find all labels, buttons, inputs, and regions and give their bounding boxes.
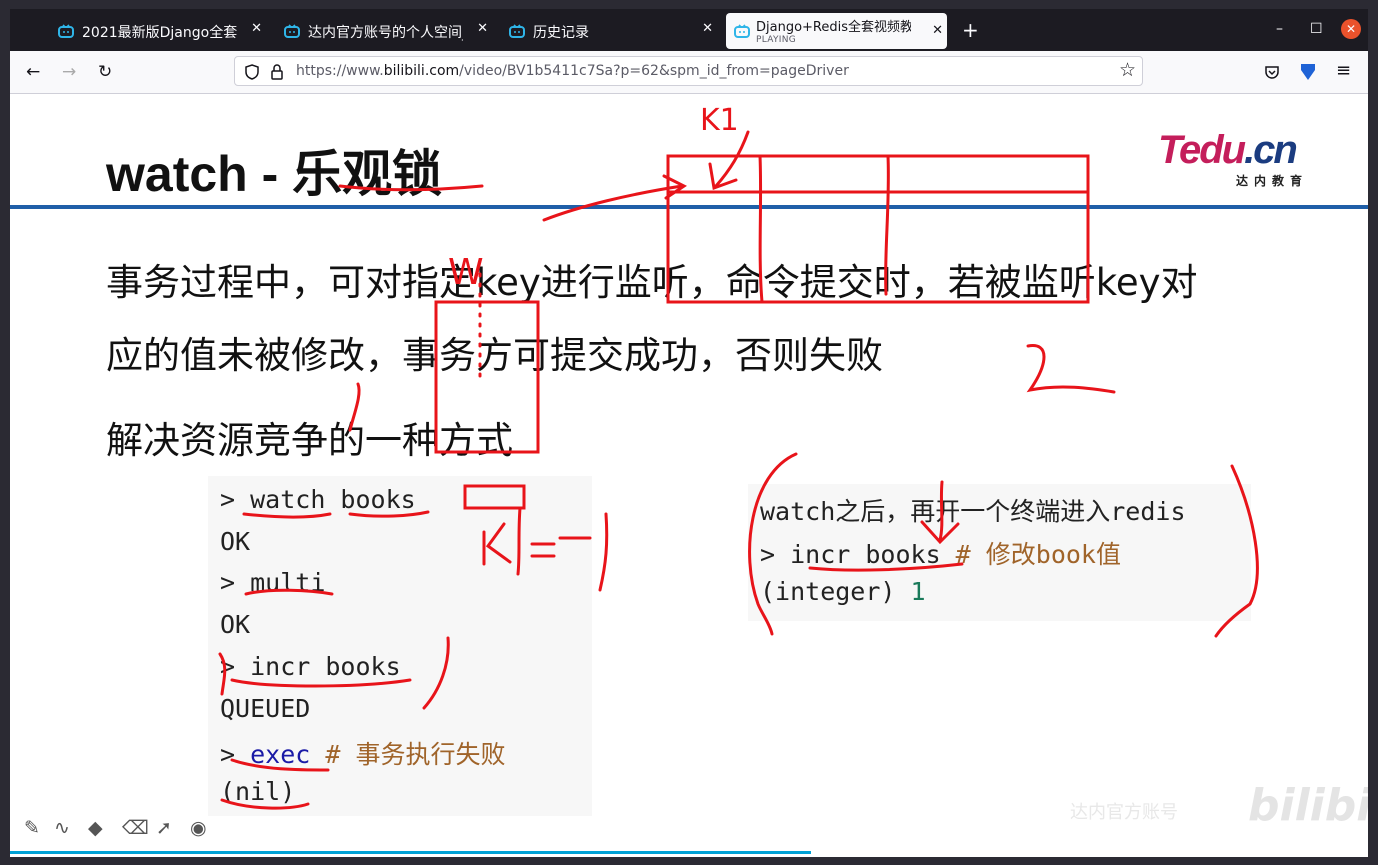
table-sketch [666, 154, 1090, 304]
playback-progress-bar[interactable] [10, 851, 812, 854]
tab-label: Django+Redis全套视频教 [756, 20, 911, 35]
code-underline-3 [230, 636, 450, 710]
tab-label: 历史记录 [533, 25, 589, 41]
code-underline-4 [218, 652, 227, 696]
url-text[interactable]: https://www.bilibili.com/video/BV1b5411c… [296, 63, 849, 79]
hamburger-menu-icon[interactable]: ≡ [1336, 60, 1351, 81]
right-block-arrow [920, 480, 960, 545]
annotation-two: 2 [1038, 393, 1039, 395]
bilibili-tab-icon [58, 24, 74, 38]
arrow-to-table [542, 174, 687, 222]
navigation-toolbar: ← → ↻ https://www.bilibili.com/video/BV1… [10, 51, 1368, 94]
reload-icon[interactable]: ↻ [98, 62, 112, 82]
video-watermark: 达内官方账号 bilibili [1070, 780, 1368, 831]
annotation-k1: K1 [700, 103, 739, 138]
annotation-w: W [448, 252, 484, 293]
code-underline-1 [242, 510, 430, 519]
arrow-from-k1 [708, 130, 750, 191]
browser-window: 2021最新版Django全套视 ✕ 达内官方账号的个人空间_ ✕ 历史记录 ✕… [10, 9, 1368, 857]
new-tab-button[interactable]: + [962, 18, 979, 42]
bookmark-star-icon[interactable]: ☆ [1119, 59, 1136, 81]
bilibili-tab-icon [734, 24, 750, 38]
highlighter-icon[interactable]: ◆ [88, 817, 103, 839]
pocket-icon[interactable] [1264, 64, 1280, 80]
minimize-icon[interactable]: – [1276, 21, 1283, 37]
k-eq-mark [482, 506, 609, 592]
address-bar[interactable]: https://www.bilibili.com/video/BV1b5411c… [234, 56, 1143, 86]
video-frame[interactable]: watch - 乐观锁 Tedu.cn 达内教育 事务过程中，可对指定key进行… [10, 94, 1368, 857]
record-icon[interactable]: ◉ [190, 817, 207, 839]
box-mark [463, 484, 526, 510]
right-block-brackets [748, 452, 1259, 638]
bilibili-tab-icon [284, 24, 300, 38]
back-arrow-icon[interactable]: ← [26, 62, 40, 82]
close-tab-icon[interactable]: ✕ [932, 23, 943, 38]
red-ink-annotations: K1 W 2 K|=-1 [218, 103, 1259, 810]
tab-tedu-space[interactable]: 达内官方账号的个人空间_ ✕ [284, 15, 492, 47]
forward-arrow-icon[interactable]: → [62, 62, 76, 82]
tab-playing-status: PLAYING [756, 35, 797, 45]
close-tab-icon[interactable]: ✕ [477, 21, 488, 36]
tab-label: 2021最新版Django全套视 [82, 25, 237, 41]
code-underline-2 [244, 588, 334, 596]
pen-icon[interactable]: ✎ [24, 817, 40, 839]
lock-icon[interactable] [269, 63, 287, 81]
close-window-icon[interactable]: ✕ [1341, 19, 1361, 39]
eraser-icon[interactable]: ⌫ [122, 817, 149, 839]
tab-active-video[interactable]: Django+Redis全套视频教 PLAYING ✕ [726, 13, 947, 49]
code-underline-6 [220, 798, 310, 810]
close-tab-icon[interactable]: ✕ [251, 21, 262, 36]
curve-icon[interactable]: ∿ [54, 817, 70, 839]
tab-strip: 2021最新版Django全套视 ✕ 达内官方账号的个人空间_ ✕ 历史记录 ✕… [10, 9, 1368, 51]
pointer-icon[interactable]: ➚ [156, 817, 172, 839]
title-underline [338, 184, 484, 192]
right-underline [808, 562, 964, 572]
bilibili-tab-icon [509, 24, 525, 38]
curly-left [348, 382, 361, 432]
extension-icon[interactable] [1299, 62, 1317, 82]
maximize-icon[interactable]: ☐ [1310, 21, 1323, 37]
shield-icon[interactable] [245, 64, 259, 80]
close-tab-icon[interactable]: ✕ [702, 21, 713, 36]
tab-label: 达内官方账号的个人空间_ [308, 25, 463, 41]
tab-history[interactable]: 历史记录 ✕ [509, 15, 717, 47]
two-mark [1026, 344, 1116, 394]
tab-django-course[interactable]: 2021最新版Django全套视 ✕ [58, 15, 266, 47]
w-box [434, 300, 540, 454]
annotation-k-eq: K|=-1 [484, 573, 487, 575]
code-underline-5 [230, 758, 330, 772]
